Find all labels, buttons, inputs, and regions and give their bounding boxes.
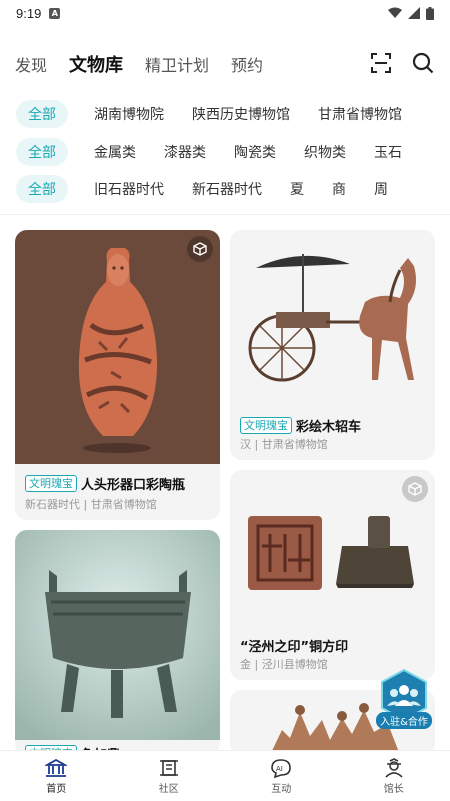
notification-icon: A: [49, 7, 61, 19]
svg-text:AI: AI: [276, 765, 283, 773]
relic-card[interactable]: “泾州之印”铜方印 金 | 泾川县博物馆: [230, 470, 435, 680]
battery-icon: [426, 6, 434, 20]
era-chip-all[interactable]: 全部: [16, 175, 68, 203]
museum-chip-all[interactable]: 全部: [16, 100, 68, 128]
card-title: 彩绘木轺车: [296, 420, 362, 435]
bottom-nav: 首页 社区 AI 互动 馆长: [0, 750, 450, 801]
nav-label: 首页: [46, 784, 67, 795]
nav-curator[interactable]: 馆长: [338, 751, 450, 801]
scan-icon[interactable]: [370, 52, 392, 74]
top-nav: 发现 文物库 精卫计划 预约: [0, 44, 450, 84]
category-chip[interactable]: 漆器类: [164, 142, 206, 162]
category-filter-row: 全部 金属类 漆器类 陶瓷类 织物类 玉石: [0, 137, 450, 167]
relic-card[interactable]: 文明瑰宝 兔加鼎: [15, 530, 220, 755]
treasure-badge: 文明瑰宝: [25, 475, 77, 492]
card-title-line: 文明瑰宝 彩绘木轺车: [240, 416, 361, 435]
era-chip[interactable]: 夏: [290, 179, 304, 199]
pottery-bottle-image: [15, 230, 220, 464]
era-filter-row: 全部 旧石器时代 新石器时代 夏 商 周: [0, 174, 450, 204]
tab-reservation[interactable]: 预约: [231, 52, 263, 76]
museum-chip[interactable]: 甘肃省博物馆: [318, 104, 402, 124]
tab-discover[interactable]: 发现: [15, 52, 47, 76]
treasure-badge: 文明瑰宝: [240, 417, 292, 434]
search-icon[interactable]: [412, 52, 434, 74]
nav-community[interactable]: 社区: [113, 751, 226, 801]
era-chip[interactable]: 新石器时代: [192, 179, 262, 199]
category-chip[interactable]: 玉石: [374, 142, 402, 162]
nav-home[interactable]: 首页: [0, 751, 113, 801]
divider: [0, 214, 450, 215]
card-title-line: 文明瑰宝 人头形器口彩陶瓶: [25, 474, 185, 493]
nav-label: 馆长: [383, 784, 404, 795]
bronze-ding-image: [15, 530, 220, 740]
nav-label: 互动: [271, 784, 292, 795]
nav-interact[interactable]: AI 互动: [225, 751, 338, 801]
category-chip[interactable]: 陶瓷类: [234, 142, 276, 162]
era-chip[interactable]: 周: [374, 179, 388, 199]
card-title: “泾州之印”铜方印: [240, 640, 349, 655]
category-chip[interactable]: 织物类: [304, 142, 346, 162]
join-cooperate-label: 入驻&合作: [376, 712, 432, 729]
era-chip[interactable]: 旧石器时代: [94, 179, 164, 199]
museum-filter-row: 全部 湖南博物院 陕西历史博物馆 甘肃省博物馆: [0, 99, 450, 129]
3d-model-icon[interactable]: [402, 476, 428, 502]
status-bar: 9:19 A: [0, 0, 450, 26]
signal-icon: [408, 7, 420, 19]
wifi-icon: [388, 7, 402, 18]
curator-icon: [385, 758, 403, 778]
category-chip[interactable]: 金属类: [94, 142, 136, 162]
category-chip-all[interactable]: 全部: [16, 138, 68, 166]
ai-icon: AI: [271, 759, 292, 778]
relic-card[interactable]: 文明瑰宝 彩绘木轺车 汉 | 甘肃省博物馆: [230, 230, 435, 460]
museum-chip[interactable]: 陕西历史博物馆: [192, 104, 290, 124]
relic-card[interactable]: 文明瑰宝 人头形器口彩陶瓶 新石器时代 | 甘肃省博物馆: [15, 230, 220, 520]
status-time: 9:19: [16, 5, 42, 21]
card-subtitle: 新石器时代 | 甘肃省博物馆: [25, 498, 157, 511]
card-subtitle: 金 | 泾川县博物馆: [240, 658, 328, 671]
card-subtitle: 汉 | 甘肃省博物馆: [240, 438, 328, 451]
era-chip[interactable]: 商: [332, 179, 346, 199]
nav-label: 社区: [158, 784, 179, 795]
scroll-icon: [159, 760, 178, 776]
museum-icon: [45, 758, 68, 777]
3d-model-icon[interactable]: [187, 236, 213, 262]
card-title: 人头形器口彩陶瓶: [81, 478, 186, 493]
tab-jingwei-plan[interactable]: 精卫计划: [145, 52, 209, 76]
wooden-carriage-image: [230, 230, 435, 410]
museum-chip[interactable]: 湖南博物院: [94, 104, 164, 124]
join-cooperate-button[interactable]: 入驻&合作: [376, 668, 432, 732]
card-title-line: “泾州之印”铜方印: [240, 636, 348, 655]
tab-relic-library[interactable]: 文物库: [69, 51, 123, 77]
